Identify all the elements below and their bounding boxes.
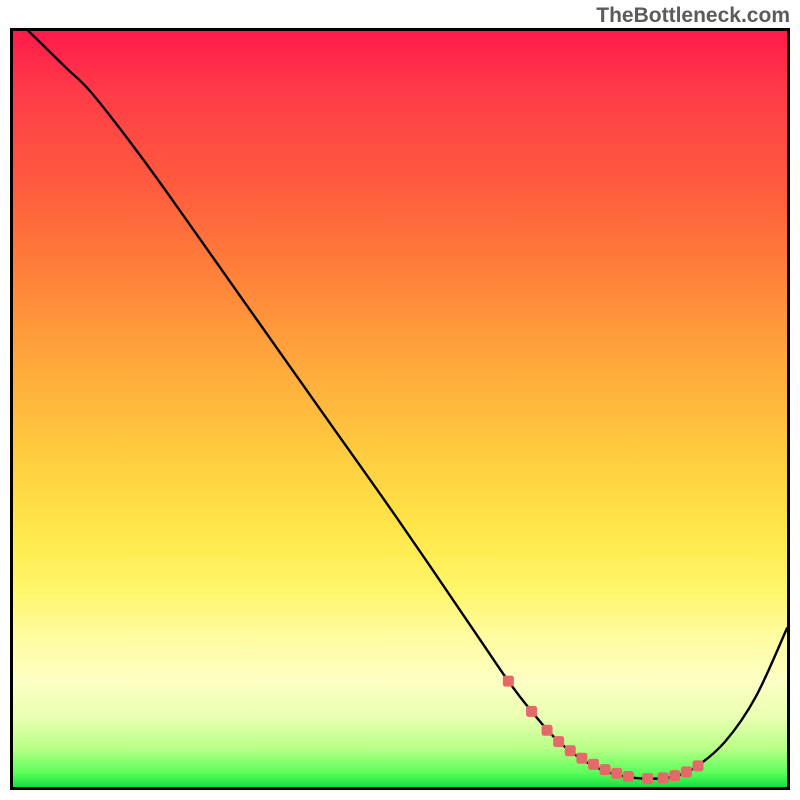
fit-marker	[553, 736, 564, 747]
chart-svg	[13, 31, 787, 787]
watermark-text: TheBottleneck.com	[596, 4, 790, 28]
fit-marker-group	[503, 676, 704, 785]
plot-area	[10, 28, 790, 790]
fit-marker	[576, 753, 587, 764]
fit-marker	[611, 768, 622, 779]
fit-marker	[642, 773, 653, 784]
fit-marker	[623, 771, 634, 782]
fit-marker	[526, 706, 537, 717]
fit-marker	[600, 764, 611, 775]
chart-container: TheBottleneck.com	[0, 0, 800, 800]
fit-marker	[588, 759, 599, 770]
fit-marker	[681, 766, 692, 777]
fit-marker	[658, 772, 669, 783]
fit-marker	[503, 676, 514, 687]
fit-marker	[542, 725, 553, 736]
fit-marker	[669, 770, 680, 781]
fit-marker	[565, 745, 576, 756]
fit-marker	[692, 760, 703, 771]
bottleneck-curve-line	[28, 31, 787, 779]
